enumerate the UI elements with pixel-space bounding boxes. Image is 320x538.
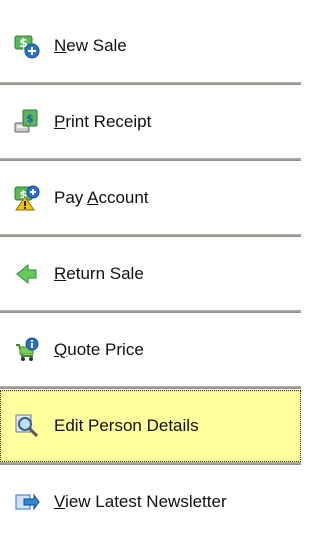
label-return-sale: eturn Sale	[66, 264, 144, 283]
green-arrow-left-icon	[14, 261, 40, 287]
access-key-q: Q	[54, 340, 68, 359]
access-key-a: A	[87, 188, 99, 207]
divider	[0, 462, 301, 465]
cart-info-icon	[14, 337, 40, 363]
newsletter-arrow-icon	[14, 489, 40, 515]
label-quote-price: uote Price	[67, 340, 144, 359]
divider	[0, 234, 301, 237]
label-edit-person-details: Edit Person Details	[54, 416, 199, 435]
money-add-icon: $	[14, 33, 40, 59]
divider	[0, 310, 301, 313]
menu-item-return-sale[interactable]: Return Sale	[0, 238, 301, 310]
divider	[0, 82, 301, 85]
access-key-n: N	[54, 36, 67, 55]
menu-item-view-latest-newsletter[interactable]: View Latest Newsletter	[0, 466, 301, 538]
label-print-receipt: rint Receipt	[65, 112, 152, 131]
divider	[0, 158, 301, 161]
transaction-menu: $ New Sale $ Print Receipt $ Pay Account…	[0, 0, 301, 538]
access-key-v: V	[54, 492, 66, 511]
menu-item-pay-account[interactable]: $ Pay Account	[0, 162, 301, 234]
menu-item-new-sale[interactable]: $ New Sale	[0, 10, 301, 82]
divider	[0, 386, 301, 389]
menu-item-edit-person-details[interactable]: Edit Person Details	[0, 390, 301, 462]
magnifier-icon	[14, 413, 40, 439]
menu-item-quote-price[interactable]: Quote Price	[0, 314, 301, 386]
label-new-sale: ew Sale	[66, 36, 127, 55]
svg-text:$: $	[26, 112, 34, 125]
label-pay-account: ccount	[98, 188, 149, 207]
money-warning-icon: $	[14, 185, 40, 211]
menu-item-print-receipt[interactable]: $ Print Receipt	[0, 86, 301, 158]
access-key-r: R	[54, 264, 67, 283]
label-pay-prefix: Pay	[54, 188, 88, 207]
label-view-latest-newsletter: iew Latest Newsletter	[65, 492, 227, 511]
receipt-printer-icon: $	[14, 109, 40, 135]
access-key-p: P	[54, 112, 66, 131]
